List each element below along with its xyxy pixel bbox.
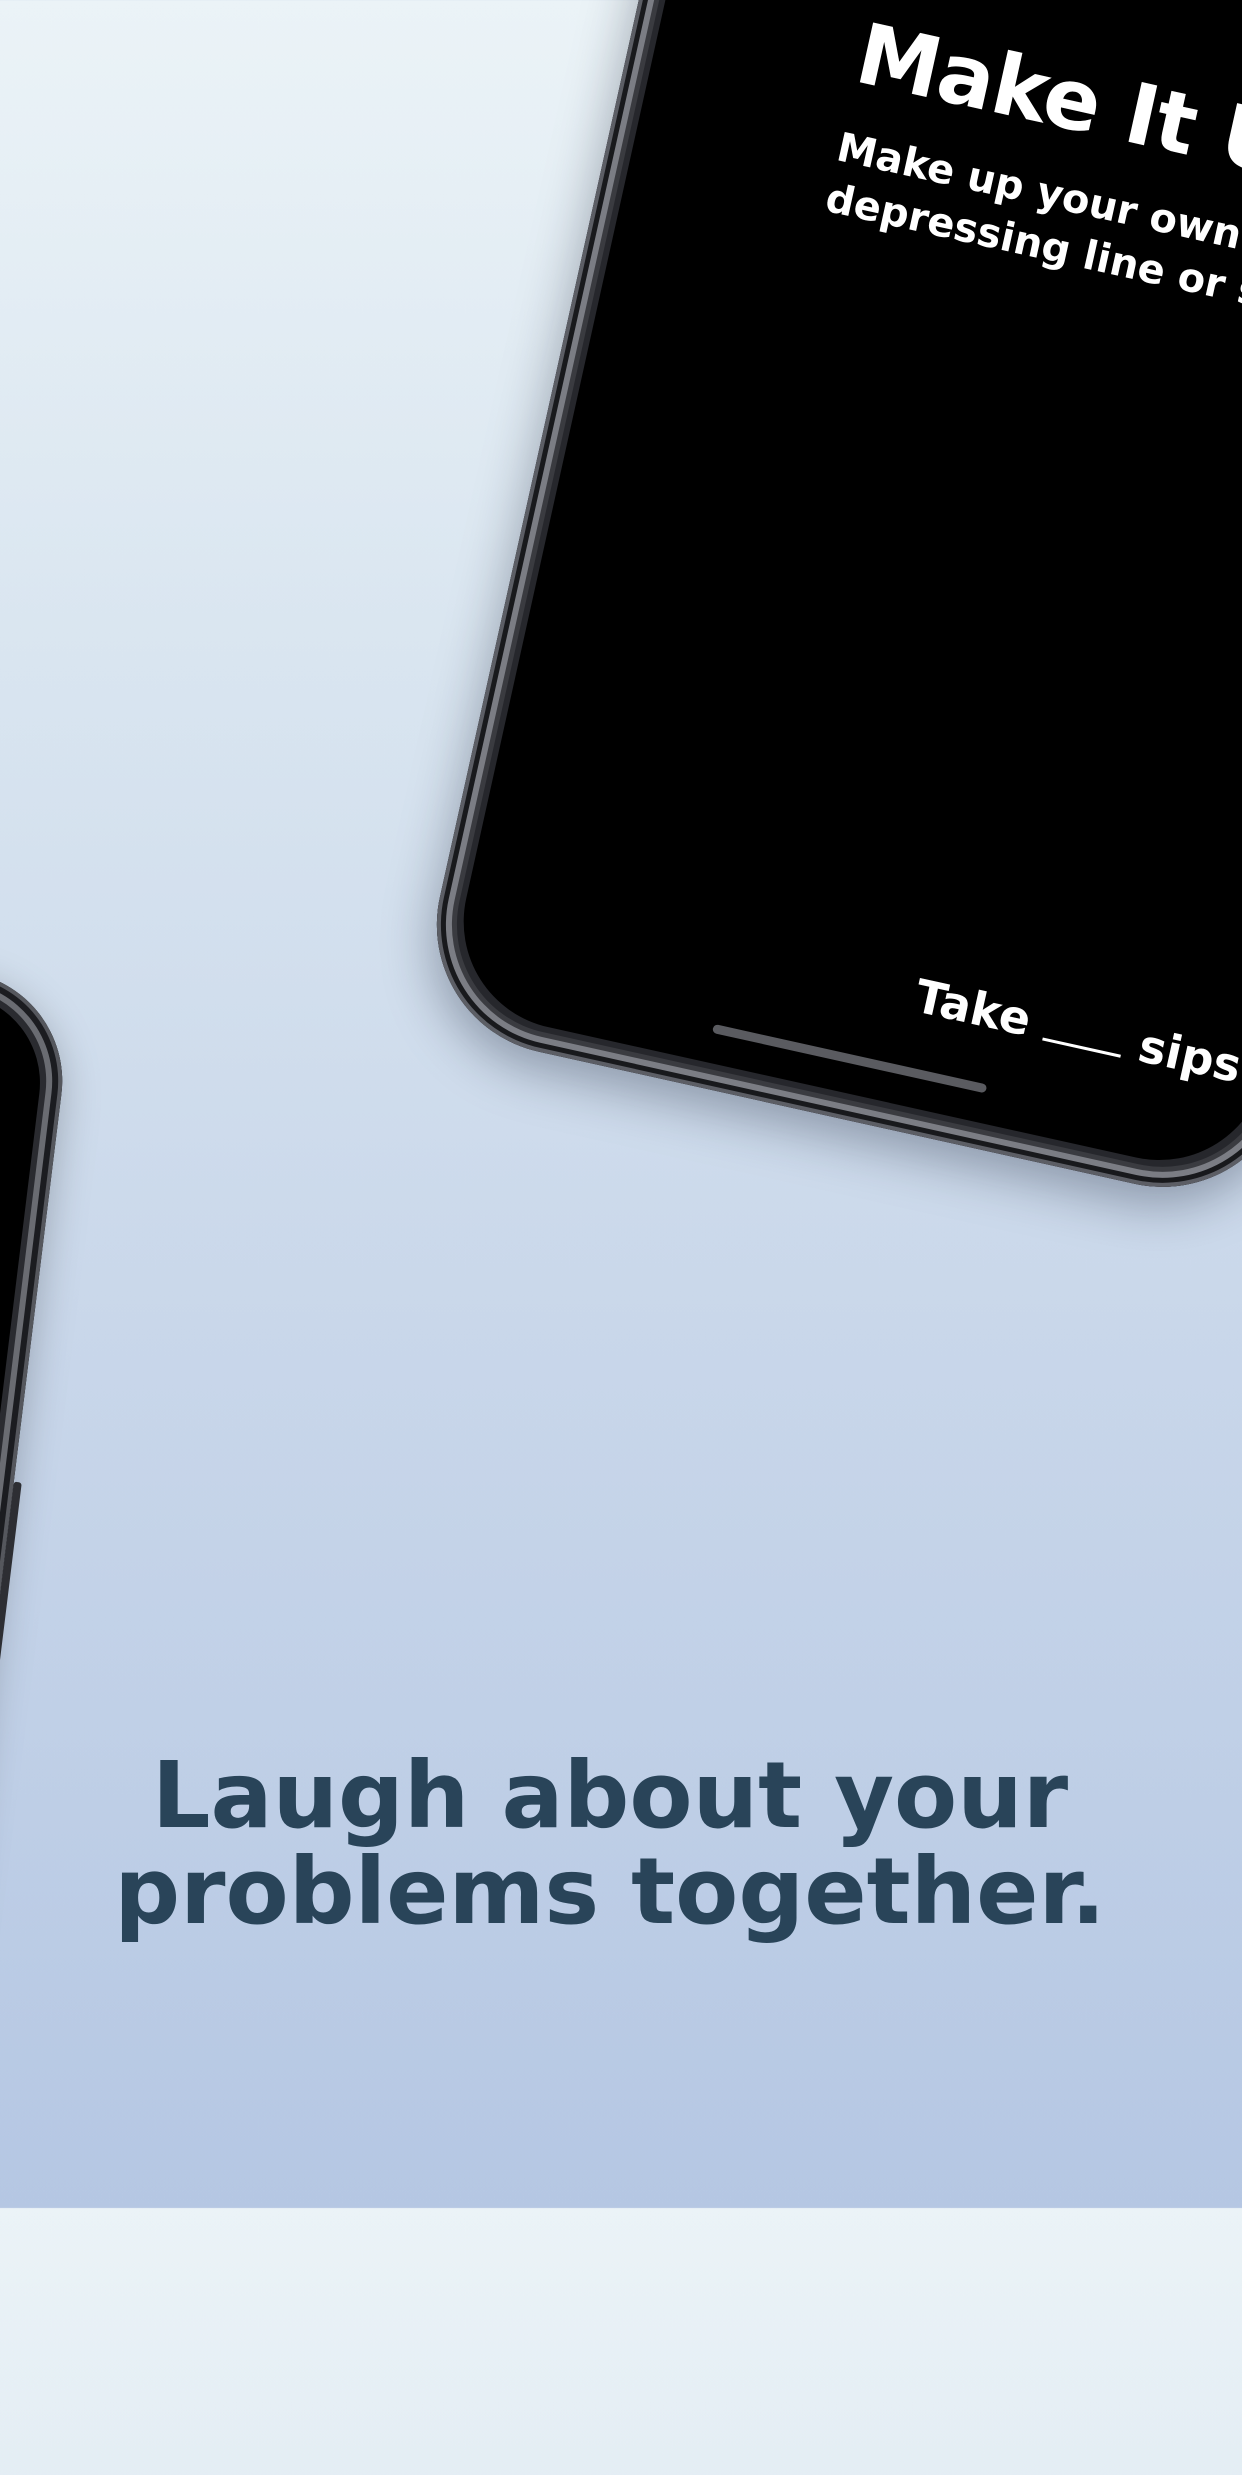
promo-tagline: Laugh about your problems together. (0, 1748, 1220, 1940)
sips-suffix: sips! (1133, 1018, 1242, 1098)
tagline-line-2: problems together. (114, 1838, 1106, 1945)
secondary-phone-screen (0, 924, 51, 2450)
secondary-phone-side-button (0, 1481, 22, 1682)
secondary-phone-frame (0, 900, 75, 2475)
tagline-line-1: Laugh about your (151, 1742, 1069, 1849)
game-card-screen[interactable]: Make It Up Make up your own depressing l… (442, 0, 1242, 1181)
sips-prefix: Take (910, 968, 1037, 1047)
main-phone-frame: Make It Up Make up your own depressing l… (411, 0, 1242, 1212)
sips-blank (1042, 1037, 1121, 1058)
home-indicator[interactable] (711, 1023, 988, 1094)
